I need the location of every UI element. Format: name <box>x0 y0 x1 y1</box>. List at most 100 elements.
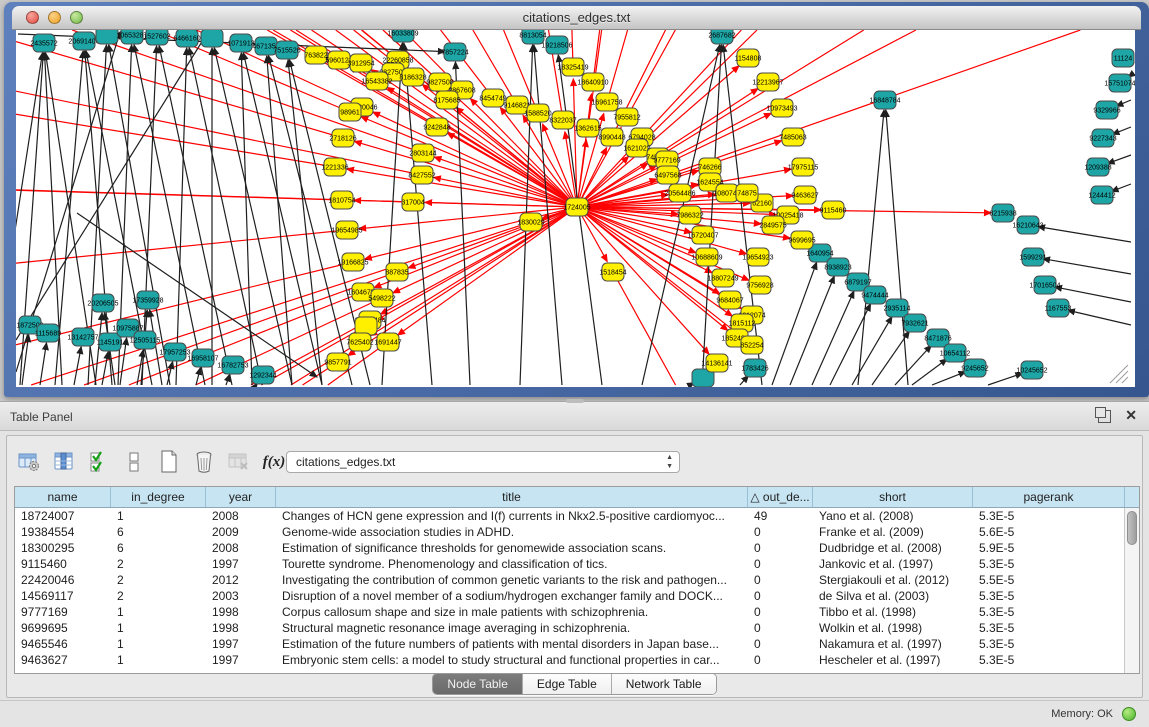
svg-text:317004: 317004 <box>401 200 424 207</box>
svg-text:14136141: 14136141 <box>701 361 732 368</box>
close-panel-icon[interactable]: ✕ <box>1125 407 1137 424</box>
svg-text:7986322: 7986322 <box>676 213 703 220</box>
svg-text:2687682: 2687682 <box>708 33 735 40</box>
network-window-titlebar[interactable]: citations_edges.txt <box>12 6 1141 30</box>
cell: 6 <box>111 540 206 556</box>
memory-status-label: Memory: OK <box>1051 708 1113 720</box>
clear-selection-icon[interactable] <box>121 449 147 475</box>
table-select-dropdown[interactable]: citations_edges.txt ▲▼ <box>286 451 680 473</box>
svg-text:16543382: 16543382 <box>361 79 392 86</box>
cell: 1997 <box>206 636 276 652</box>
svg-text:20691406: 20691406 <box>68 39 99 46</box>
cell: 0 <box>748 572 813 588</box>
cell: 1 <box>111 620 206 636</box>
select-all-icon[interactable] <box>86 449 112 475</box>
svg-text:1810754: 1810754 <box>328 198 355 205</box>
cell: 9463627 <box>15 652 111 668</box>
header-corner <box>1125 487 1139 507</box>
svg-text:2435572: 2435572 <box>30 41 57 48</box>
cell: 2008 <box>206 508 276 524</box>
table-select-value: citations_edges.txt <box>296 455 395 469</box>
cell: Jankovic et al. (1997) <box>813 556 973 572</box>
table-row[interactable]: 969969511998Structural magnetic resonanc… <box>15 620 1139 636</box>
cytoscape-screen: citations_edges.txt 24355722069140610653… <box>0 0 1149 727</box>
new-table-icon[interactable] <box>156 449 182 475</box>
table-row[interactable]: 2242004622012Investigating the contribut… <box>15 572 1139 588</box>
cell: 1 <box>111 604 206 620</box>
cell: 2 <box>111 572 206 588</box>
table-row[interactable]: 1938455462009Genome-wide association stu… <box>15 524 1139 540</box>
cell: 9699695 <box>15 620 111 636</box>
cell: 0 <box>748 604 813 620</box>
cell: Corpus callosum shape and size in male p… <box>276 604 748 620</box>
svg-text:10688609: 10688609 <box>691 255 722 262</box>
cell: Hescheler et al. (1997) <box>813 652 973 668</box>
network-canvas[interactable]: 2435572206914061065328715276026466160107… <box>16 30 1135 387</box>
float-panel-icon[interactable] <box>1098 410 1111 423</box>
cell: 22420046 <box>15 572 111 588</box>
table-mode-icon[interactable] <box>16 449 42 475</box>
column-header-name[interactable]: name <box>15 487 111 507</box>
svg-text:8938923: 8938923 <box>824 265 851 272</box>
column-header-title[interactable]: title <box>276 487 748 507</box>
table-row[interactable]: 911546021997Tourette syndrome. Phenomeno… <box>15 556 1139 572</box>
svg-text:7932621: 7932621 <box>901 321 928 328</box>
svg-text:12213967: 12213967 <box>752 80 783 87</box>
cell: 9115460 <box>15 556 111 572</box>
node-table[interactable]: namein_degreeyeartitle△ out_de...shortpa… <box>14 486 1140 674</box>
svg-text:5498222: 5498222 <box>368 296 395 303</box>
svg-text:1621022: 1621022 <box>623 146 650 153</box>
svg-text:18640910: 18640910 <box>577 80 608 87</box>
table-row[interactable]: 1872400712008Changes of HCN gene express… <box>15 508 1139 524</box>
scrollbar-thumb[interactable] <box>1127 511 1137 545</box>
svg-text:9777169: 9777169 <box>653 158 680 165</box>
svg-text:16958107: 16958107 <box>187 356 218 363</box>
cell: 1997 <box>206 556 276 572</box>
column-header-short[interactable]: short <box>813 487 973 507</box>
svg-text:1830029: 1830029 <box>517 220 544 227</box>
table-panel-title: Table Panel <box>10 410 73 424</box>
svg-text:8454749: 8454749 <box>479 96 506 103</box>
table-scrollbar[interactable] <box>1124 508 1139 673</box>
svg-text:6497568: 6497568 <box>654 173 681 180</box>
svg-text:1599291: 1599291 <box>1019 255 1046 262</box>
function-builder-icon[interactable]: f(x) <box>261 449 287 475</box>
table-row[interactable]: 1456911722003Disruption of a novel membe… <box>15 588 1139 604</box>
cell: 2009 <box>206 524 276 540</box>
column-header-pagerank[interactable]: pagerank <box>973 487 1125 507</box>
show-columns-icon[interactable] <box>51 449 77 475</box>
svg-text:8990448: 8990448 <box>598 135 625 142</box>
tab-edge-table[interactable]: Edge Table <box>523 674 612 694</box>
column-header-in_degree[interactable]: in_degree <box>111 487 206 507</box>
svg-text:1815112: 1815112 <box>729 321 756 328</box>
column-header-out_de[interactable]: △ out_de... <box>748 487 813 507</box>
table-row[interactable]: 977716911998Corpus callosum shape and si… <box>15 604 1139 620</box>
svg-text:763822: 763822 <box>304 53 327 60</box>
svg-text:1362615: 1362615 <box>574 126 601 133</box>
svg-text:1115689: 1115689 <box>35 331 61 338</box>
svg-text:2935114: 2935114 <box>884 306 911 313</box>
cell: 0 <box>748 620 813 636</box>
cell: 2 <box>111 588 206 604</box>
svg-text:9463627: 9463627 <box>791 193 818 200</box>
svg-text:20564486: 20564486 <box>664 191 695 198</box>
cell: Tibbo et al. (1998) <box>813 604 973 620</box>
column-header-year[interactable]: year <box>206 487 276 507</box>
table-row[interactable]: 1830029562008Estimation of significance … <box>15 540 1139 556</box>
svg-text:16782753: 16782753 <box>217 363 248 370</box>
citation-network-graph[interactable]: 2435572206914061065328715276026466160107… <box>16 30 1135 387</box>
tab-network-table[interactable]: Network Table <box>612 674 716 694</box>
svg-text:8215938: 8215938 <box>989 211 1016 218</box>
cell: 18724007 <box>15 508 111 524</box>
delete-columns-icon[interactable] <box>191 449 217 475</box>
cell: 2003 <box>206 588 276 604</box>
splitter-handle[interactable] <box>566 399 584 403</box>
svg-text:20206505: 20206505 <box>87 301 118 308</box>
table-row[interactable]: 946554611997Estimation of the future num… <box>15 636 1139 652</box>
svg-text:16210643: 16210643 <box>1012 223 1043 230</box>
svg-text:8175685: 8175685 <box>433 98 460 105</box>
svg-text:10654112: 10654112 <box>940 351 971 358</box>
table-row[interactable]: 946362711997Embryonic stem cells: a mode… <box>15 652 1139 668</box>
svg-text:19218506: 19218506 <box>541 43 572 50</box>
tab-node-table[interactable]: Node Table <box>433 674 523 694</box>
